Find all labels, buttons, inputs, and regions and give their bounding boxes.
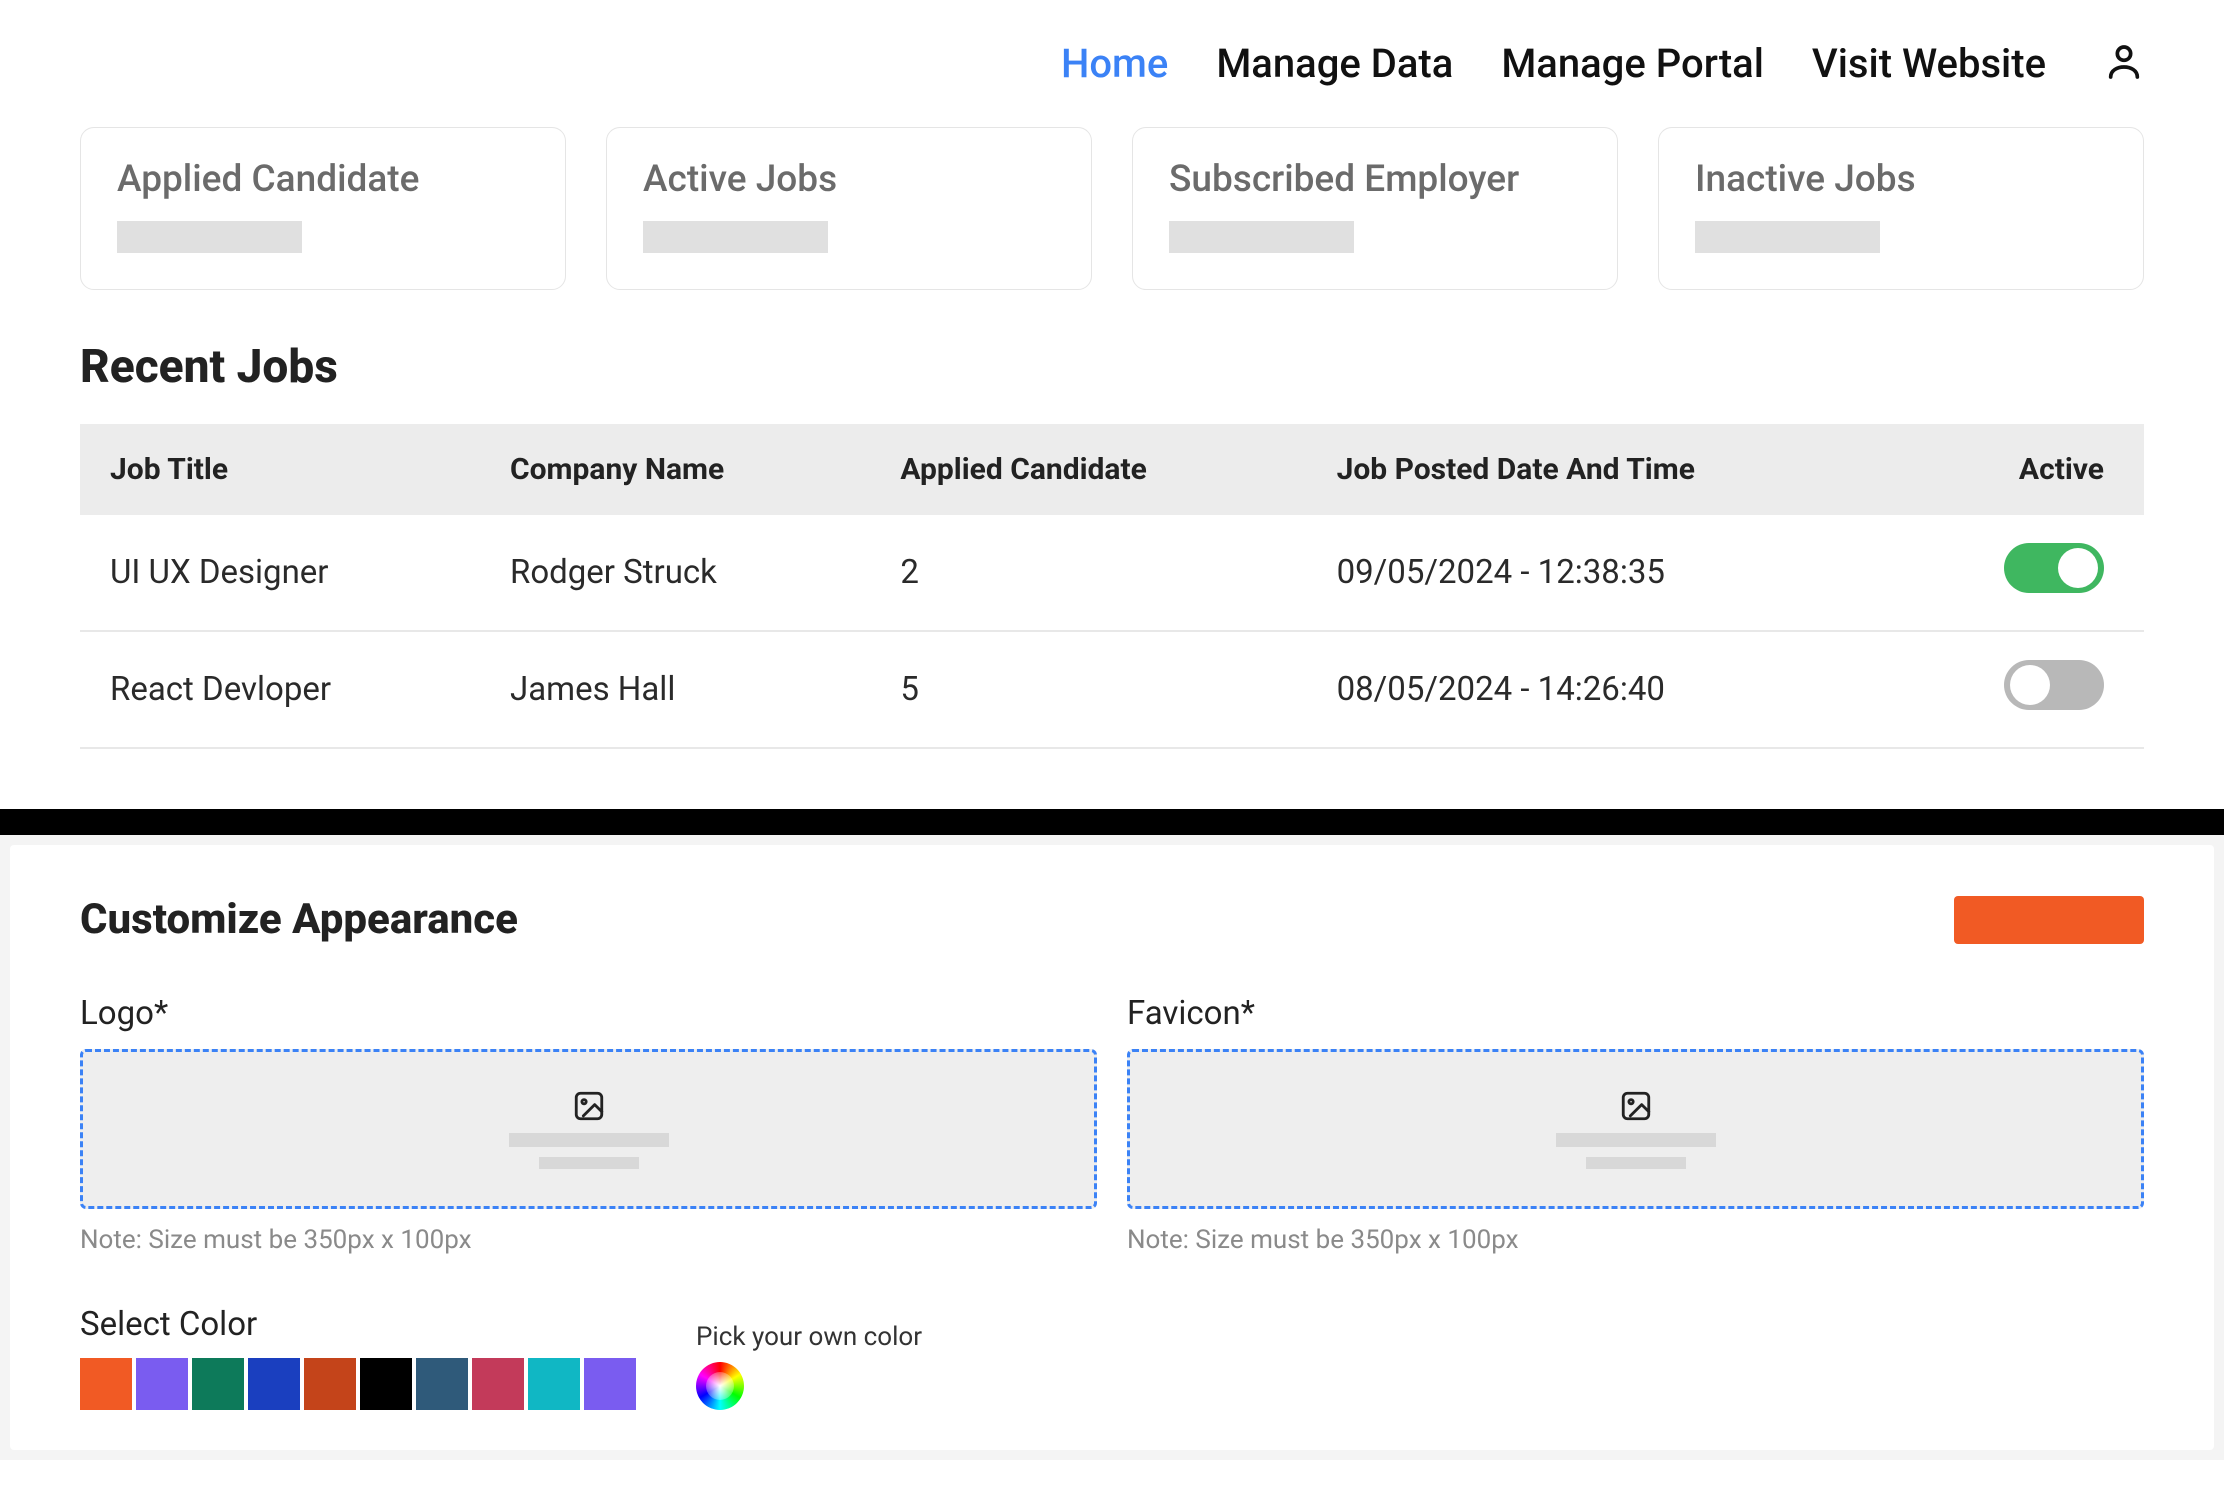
favicon-dropzone[interactable]	[1127, 1049, 2144, 1209]
table-row: UI UX Designer Rodger Struck 2 09/05/202…	[80, 515, 2144, 631]
upload-placeholder-line	[1586, 1157, 1686, 1169]
recent-jobs-table: Job Title Company Name Applied Candidate…	[80, 424, 2144, 749]
favicon-label: Favicon*	[1127, 994, 2144, 1033]
stat-active-jobs: Active Jobs	[606, 127, 1092, 290]
cell-job-title: UI UX Designer	[80, 515, 480, 631]
color-swatch[interactable]	[360, 1358, 412, 1410]
select-color-group: Select Color	[80, 1305, 636, 1410]
logo-note: Note: Size must be 350px x 100px	[80, 1225, 1097, 1255]
cell-job-title: React Devloper	[80, 631, 480, 748]
cell-posted: 08/05/2024 - 14:26:40	[1307, 631, 1902, 748]
cell-applied: 5	[870, 631, 1306, 748]
color-swatch[interactable]	[584, 1358, 636, 1410]
select-color-label: Select Color	[80, 1305, 636, 1344]
stat-label: Applied Candidate	[117, 158, 529, 201]
stats-row: Applied Candidate Active Jobs Subscribed…	[0, 127, 2224, 290]
nav-visit-website[interactable]: Visit Website	[1812, 40, 2046, 87]
image-icon	[572, 1089, 606, 1123]
cell-posted: 09/05/2024 - 12:38:35	[1307, 515, 1902, 631]
stat-label: Inactive Jobs	[1695, 158, 2107, 201]
color-swatch[interactable]	[136, 1358, 188, 1410]
stat-value-placeholder	[1169, 221, 1354, 253]
image-icon	[1619, 1089, 1653, 1123]
logo-upload-column: Logo* Note: Size must be 350px x 100px	[80, 994, 1097, 1255]
upload-placeholder-line	[1556, 1133, 1716, 1147]
stat-label: Subscribed Employer	[1169, 158, 1581, 201]
active-toggle[interactable]	[2004, 543, 2104, 593]
col-active: Active	[1902, 424, 2144, 515]
stat-applied-candidate: Applied Candidate	[80, 127, 566, 290]
cell-company: James Hall	[480, 631, 870, 748]
recent-jobs-section: Recent Jobs Job Title Company Name Appli…	[0, 290, 2224, 749]
favicon-note: Note: Size must be 350px x 100px	[1127, 1225, 2144, 1255]
pick-color-group: Pick your own color	[696, 1322, 922, 1410]
col-company-name: Company Name	[480, 424, 870, 515]
user-icon[interactable]	[2104, 42, 2144, 86]
pick-own-color-label: Pick your own color	[696, 1322, 922, 1352]
color-swatch[interactable]	[80, 1358, 132, 1410]
color-wheel-picker[interactable]	[696, 1362, 744, 1410]
appearance-title: Customize Appearance	[80, 895, 518, 944]
nav-manage-data[interactable]: Manage Data	[1216, 40, 1453, 87]
stat-value-placeholder	[1695, 221, 1880, 253]
color-swatch[interactable]	[192, 1358, 244, 1410]
recent-jobs-title: Recent Jobs	[80, 340, 2144, 394]
table-row: React Devloper James Hall 5 08/05/2024 -…	[80, 631, 2144, 748]
col-job-title: Job Title	[80, 424, 480, 515]
stat-subscribed-employer: Subscribed Employer	[1132, 127, 1618, 290]
upload-placeholder-line	[509, 1133, 669, 1147]
cell-active	[1902, 631, 2144, 748]
logo-label: Logo*	[80, 994, 1097, 1033]
stat-value-placeholder	[117, 221, 302, 253]
col-posted: Job Posted Date And Time	[1307, 424, 1902, 515]
nav-home[interactable]: Home	[1061, 40, 1168, 87]
cell-applied: 2	[870, 515, 1306, 631]
nav-manage-portal[interactable]: Manage Portal	[1501, 40, 1764, 87]
appearance-wrap: Customize Appearance Logo* Note: Size mu…	[0, 835, 2224, 1460]
color-swatch[interactable]	[528, 1358, 580, 1410]
color-swatch[interactable]	[248, 1358, 300, 1410]
color-swatch[interactable]	[304, 1358, 356, 1410]
stat-label: Active Jobs	[643, 158, 1055, 201]
stat-value-placeholder	[643, 221, 828, 253]
color-swatch[interactable]	[472, 1358, 524, 1410]
cell-company: Rodger Struck	[480, 515, 870, 631]
upload-placeholder-line	[539, 1157, 639, 1169]
appearance-action-button[interactable]	[1954, 896, 2144, 944]
color-swatches	[80, 1358, 636, 1410]
stat-inactive-jobs: Inactive Jobs	[1658, 127, 2144, 290]
color-swatch[interactable]	[416, 1358, 468, 1410]
favicon-upload-column: Favicon* Note: Size must be 350px x 100p…	[1127, 994, 2144, 1255]
appearance-panel: Customize Appearance Logo* Note: Size mu…	[10, 845, 2214, 1450]
section-divider	[0, 809, 2224, 835]
active-toggle[interactable]	[2004, 660, 2104, 710]
logo-dropzone[interactable]	[80, 1049, 1097, 1209]
cell-active	[1902, 515, 2144, 631]
col-applied-candidate: Applied Candidate	[870, 424, 1306, 515]
top-nav: Home Manage Data Manage Portal Visit Web…	[0, 0, 2224, 127]
